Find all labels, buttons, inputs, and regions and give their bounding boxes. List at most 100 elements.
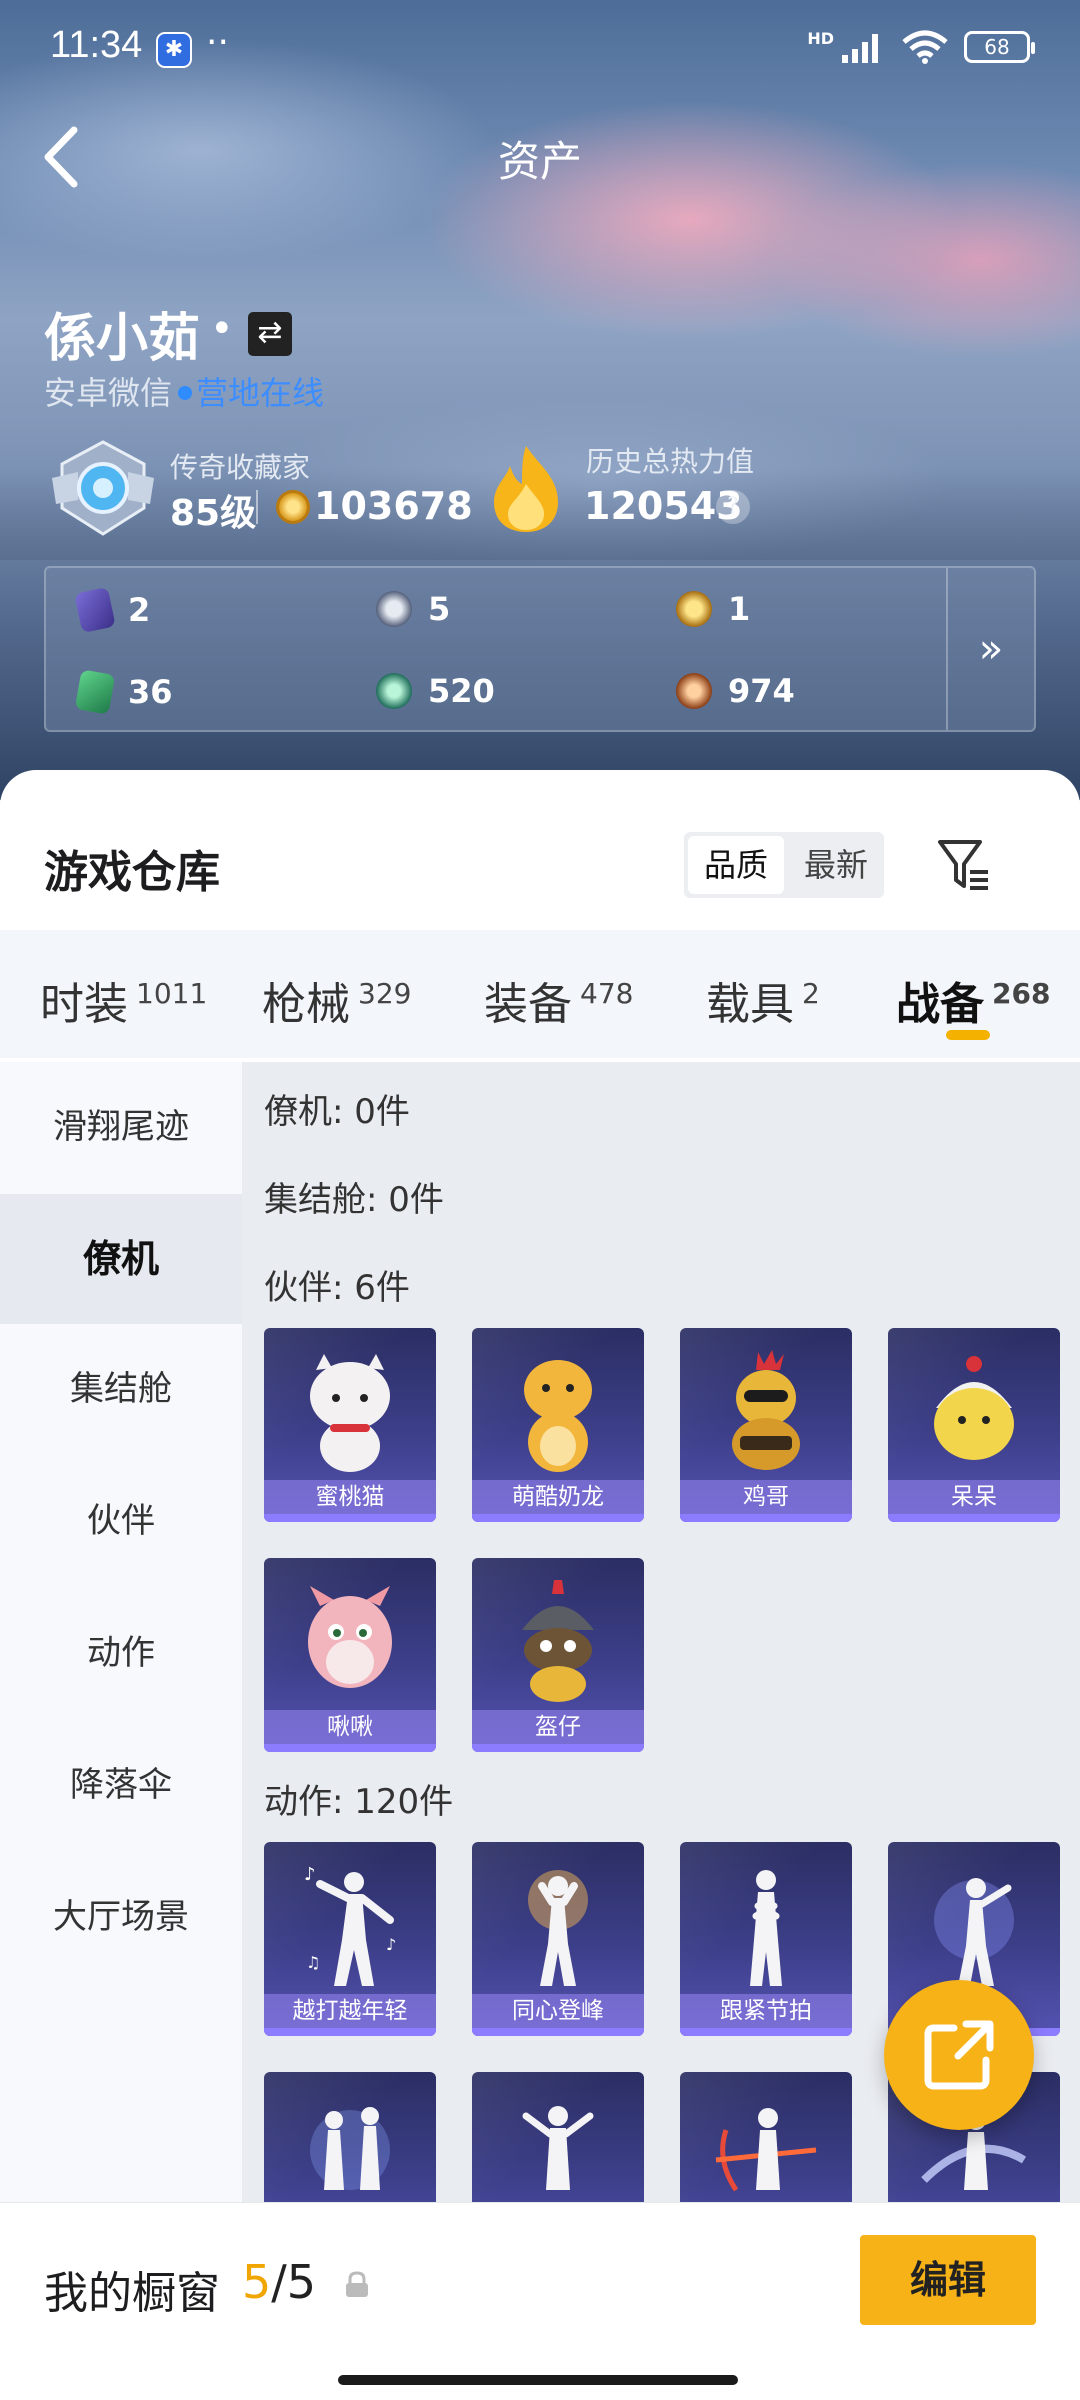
wifi-icon (902, 30, 948, 64)
sidebar-item-lobby[interactable]: 大厅场景 (0, 1852, 242, 1982)
peach-cat-figure (310, 1354, 390, 1472)
expand-resources-icon[interactable]: » (946, 568, 1034, 730)
partner-card[interactable]: 呆呆 (888, 1328, 1060, 1522)
partner-card[interactable]: 萌酷奶龙 (472, 1328, 644, 1522)
resource-value: 5 (428, 590, 451, 628)
tab-battle-gear[interactable]: 战备 268 (896, 968, 1050, 1032)
rarity-bar (472, 1744, 644, 1752)
partner-card[interactable]: 啾啾 (264, 1558, 436, 1752)
svg-text:♪: ♪ (386, 1935, 396, 1954)
green-orb-icon (376, 673, 412, 709)
card-label: 盔仔 (472, 1710, 644, 1744)
daidai-figure (934, 1356, 1014, 1460)
action-card[interactable]: ♪ ♪ ♫ 越打越年轻 (264, 1842, 436, 2036)
partner-card[interactable]: 盔仔 (472, 1558, 644, 1752)
card-label: 同心登峰 (472, 1994, 644, 2028)
user-name: 係小茹 (44, 309, 201, 369)
rarity-bar (680, 2028, 852, 2036)
name-separator: • (210, 306, 234, 352)
showcase-count: 5/5 (242, 2255, 316, 2309)
lock-icon (346, 2271, 368, 2297)
tab-weapons[interactable]: 枪械 329 (262, 968, 411, 1032)
more-notifications-icon: ·· (206, 22, 229, 63)
action-card[interactable]: 跟紧节拍 (680, 1842, 852, 2036)
page-title: 资产 (497, 137, 582, 186)
battery-indicator: 68 (964, 31, 1035, 63)
active-tab-indicator (946, 1030, 990, 1040)
stat-divider (256, 490, 258, 524)
collector-title: 传奇收藏家 (170, 451, 311, 484)
partner-card[interactable]: 蜜桃猫 (264, 1328, 436, 1522)
svg-text:♪: ♪ (304, 1864, 316, 1885)
showcase-bar: 我的橱窗 5/5 编辑 (0, 2202, 1080, 2400)
resource-item: 36 (74, 669, 173, 715)
resource-item: 974 (676, 672, 795, 710)
showcase-total: 5 (286, 2255, 317, 2309)
tab-equipment[interactable]: 装备 478 (484, 968, 633, 1032)
card-label: 萌酷奶龙 (472, 1480, 644, 1514)
action-card[interactable]: 同心登峰 (472, 1842, 644, 2036)
warehouse-sheet: 游戏仓库 品质 最新 时装 1011 枪械 329 装备 478 载具 2 战备 268 … (0, 770, 1080, 2400)
warehouse-title: 游戏仓库 (44, 847, 220, 898)
sidebar-item-partner[interactable]: 伙伴 (0, 1456, 242, 1586)
sort-toggle: 品质 最新 (684, 832, 884, 898)
coin-icon (276, 490, 310, 524)
share-button[interactable] (884, 1980, 1034, 2130)
sidebar-item-pod[interactable]: 集结舱 (0, 1324, 242, 1454)
coin-balance: 103678 (314, 484, 473, 528)
rarity-bar (888, 1514, 1060, 1522)
edit-button[interactable]: 编辑 (860, 2235, 1036, 2325)
showcase-separator: / (271, 2255, 287, 2309)
card-label: 蜜桃猫 (264, 1480, 436, 1514)
tab-vehicles[interactable]: 载具 2 (706, 968, 820, 1032)
help-icon[interactable]: ? (716, 490, 750, 524)
status-bar: 11:34 ✱ ·· HD 68 (0, 0, 1080, 100)
rarity-bar (472, 1514, 644, 1522)
resource-value: 1 (728, 590, 751, 628)
section-pod: 集结舱: 0件 (264, 1180, 444, 1220)
sort-newest-button[interactable]: 最新 (788, 832, 884, 898)
groove-pose-figure (522, 2106, 594, 2190)
sidebar-item-parachute[interactable]: 降落伞 (0, 1720, 242, 1850)
tab-fashion[interactable]: 时装 1011 (40, 968, 207, 1032)
sidebar-item-wingman[interactable]: 僚机 (0, 1194, 242, 1324)
section-action: 动作: 120件 (264, 1782, 454, 1822)
section-wingman: 僚机: 0件 (264, 1092, 410, 1132)
sidebar-item-action[interactable]: 动作 (0, 1588, 242, 1718)
svg-text:♫: ♫ (306, 1953, 320, 1972)
resource-value: 2 (128, 591, 151, 629)
partner-card[interactable]: 鸡哥 (680, 1328, 852, 1522)
player-level: 85级 (170, 493, 257, 534)
sort-quality-button[interactable]: 品质 (688, 836, 784, 894)
purple-card-icon (74, 586, 116, 634)
duo-dance-figure (310, 2107, 390, 2190)
section-partner: 伙伴: 6件 (264, 1268, 410, 1308)
rarity-bar (264, 1514, 436, 1522)
resource-value: 520 (428, 672, 495, 710)
filter-icon[interactable] (936, 836, 992, 894)
home-indicator[interactable] (338, 2375, 738, 2385)
switch-account-icon[interactable]: ⇄ (248, 312, 292, 356)
showcase-title: 我的橱窗 (44, 2268, 220, 2319)
resource-item: 520 (376, 672, 495, 710)
sidebar: 滑翔尾迹 僚机 集结舱 伙伴 动作 降落伞 大厅场景 (0, 1062, 242, 2400)
online-dot (178, 386, 193, 400)
resource-panel: 2 5 1 36 520 974 » (44, 566, 1036, 732)
sidebar-item-glide-trail[interactable]: 滑翔尾迹 (0, 1062, 242, 1192)
platform-line: 安卓微信 营地在线 (44, 368, 324, 414)
platform-label: 安卓微信 (44, 374, 173, 412)
rarity-bar (472, 2028, 644, 2036)
dancing-pose-figure: ♪ ♪ ♫ (304, 1864, 396, 1986)
resource-value: 974 (728, 672, 795, 710)
summit-pose-figure (528, 1870, 588, 1986)
chicken-bro-figure (732, 1350, 800, 1470)
app-notification-icon: ✱ (156, 32, 192, 68)
category-tabs: 时装 1011 枪械 329 装备 478 载具 2 战备 268 (0, 930, 1080, 1058)
rarity-bar (264, 1744, 436, 1752)
resource-item: 2 (74, 586, 151, 634)
item-grid: 僚机: 0件 集结舱: 0件 伙伴: 6件 蜜桃猫 萌酷奶龙 鸡哥 呆呆 啾啾 … (242, 1062, 1080, 2400)
jiujiu-figure (308, 1586, 392, 1688)
bronze-coin-icon (676, 673, 712, 709)
share-icon (924, 2020, 994, 2090)
collector-medal-icon (52, 440, 154, 536)
